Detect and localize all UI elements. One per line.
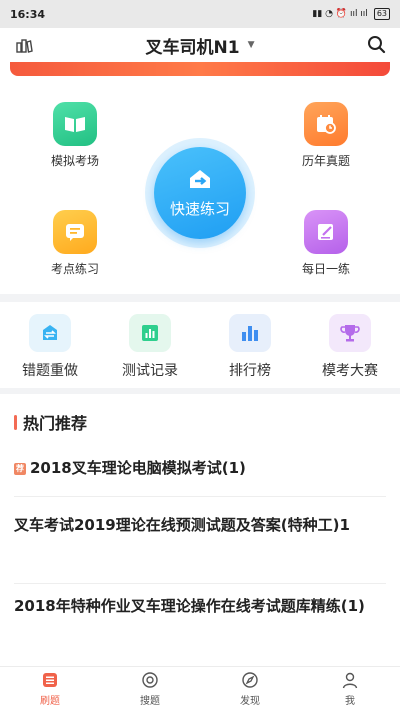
tools-row: 错题重做 测试记录 排行榜 模考大赛 <box>0 306 400 386</box>
list-item-title: 2018叉车理论电脑模拟考试(1) <box>30 459 246 477</box>
bottom-nav: 刷题 搜题 发现 我 <box>0 666 400 710</box>
app-header: 叉车司机N1 ▼ <box>0 28 400 62</box>
quick-practice-button[interactable]: 快速练习 <box>145 138 255 248</box>
trophy-icon <box>329 314 371 352</box>
subject-title[interactable]: 叉车司机N1 <box>146 33 240 58</box>
tab-label: 搜题 <box>140 695 160 707</box>
open-book-icon <box>53 102 97 146</box>
tab-discover[interactable]: 发现 <box>200 667 300 710</box>
edit-note-icon <box>304 210 348 254</box>
calendar-clock-icon <box>304 102 348 146</box>
list-divider <box>14 496 386 497</box>
tab-label: 刷题 <box>40 695 60 707</box>
mock-exam-label: 模拟考场 <box>50 154 99 168</box>
quick-practice-circle: 快速练习 <box>154 147 246 239</box>
promo-banner[interactable] <box>10 62 390 76</box>
tab-me[interactable]: 我 <box>300 667 400 710</box>
battery-icon: 63 <box>373 8 390 20</box>
message-icon <box>53 210 97 254</box>
mock-exam-button[interactable]: 模拟考场 <box>30 102 120 169</box>
wrong-redo-label: 错题重做 <box>22 363 78 379</box>
mock-contest-label: 模考大赛 <box>322 363 378 379</box>
section-divider <box>0 388 400 394</box>
test-records-label: 测试记录 <box>122 363 178 379</box>
topic-practice-label: 考点练习 <box>50 262 99 276</box>
list-item[interactable]: 荐 2018叉车理论电脑模拟考试(1) <box>14 454 386 483</box>
list-item[interactable]: 叉车考试2019理论在线预测试题及答案(特种工)1 <box>14 511 386 540</box>
daily-practice-button[interactable]: 每日一练 <box>281 210 371 277</box>
list-icon <box>41 671 59 689</box>
title-accent-bar <box>14 414 17 430</box>
status-icons: ▮▮ ◔ ⏰ ııl ııl <box>312 9 368 19</box>
search-icon[interactable] <box>366 34 386 54</box>
book-stack-icon[interactable] <box>14 35 34 55</box>
list-item[interactable]: 2018年特种作业叉车理论操作在线考试题库精练(1) <box>14 592 386 621</box>
search-question-icon <box>141 671 159 689</box>
hot-section-title: 热门推荐 <box>23 414 88 433</box>
daily-practice-label: 每日一练 <box>301 262 350 276</box>
tab-practice[interactable]: 刷题 <box>0 667 100 710</box>
list-item-title: 2018年特种作业叉车理论操作在线考试题库精练(1) <box>14 597 365 615</box>
past-papers-button[interactable]: 历年真题 <box>281 102 371 169</box>
quick-practice-label: 快速练习 <box>169 199 230 218</box>
ranking-label: 排行榜 <box>229 363 271 379</box>
tab-search[interactable]: 搜题 <box>100 667 200 710</box>
past-papers-label: 历年真题 <box>301 154 350 168</box>
tab-label: 我 <box>345 695 355 707</box>
wrong-redo-button[interactable]: 错题重做 <box>0 314 100 380</box>
chevron-down-icon[interactable]: ▼ <box>248 40 255 50</box>
user-icon <box>341 671 359 689</box>
bar-chart-icon <box>129 314 171 352</box>
status-time: 16:34 <box>10 7 46 21</box>
section-title: 热门推荐 <box>14 410 87 434</box>
ranking-bars-icon <box>229 314 271 352</box>
mock-contest-button[interactable]: 模考大赛 <box>300 314 400 380</box>
topic-practice-button[interactable]: 考点练习 <box>30 210 120 277</box>
cycle-arrows-icon <box>29 314 71 352</box>
list-item-title: 叉车考试2019理论在线预测试题及答案(特种工)1 <box>14 516 350 534</box>
test-records-button[interactable]: 测试记录 <box>100 314 200 380</box>
compass-icon <box>241 671 259 689</box>
tab-label: 发现 <box>240 695 260 707</box>
status-bar: 16:34 ▮▮ ◔ ⏰ ııl ııl 63 <box>0 0 400 28</box>
recommend-badge: 荐 <box>14 463 26 475</box>
house-arrow-icon <box>187 168 213 194</box>
status-indicators: ▮▮ ◔ ⏰ ııl ııl 63 <box>312 8 390 20</box>
feature-area: 模拟考场 历年真题 快速练习 考点练习 每日一练 <box>0 88 400 288</box>
section-divider <box>0 294 400 302</box>
list-divider <box>14 583 386 584</box>
ranking-button[interactable]: 排行榜 <box>200 314 300 380</box>
